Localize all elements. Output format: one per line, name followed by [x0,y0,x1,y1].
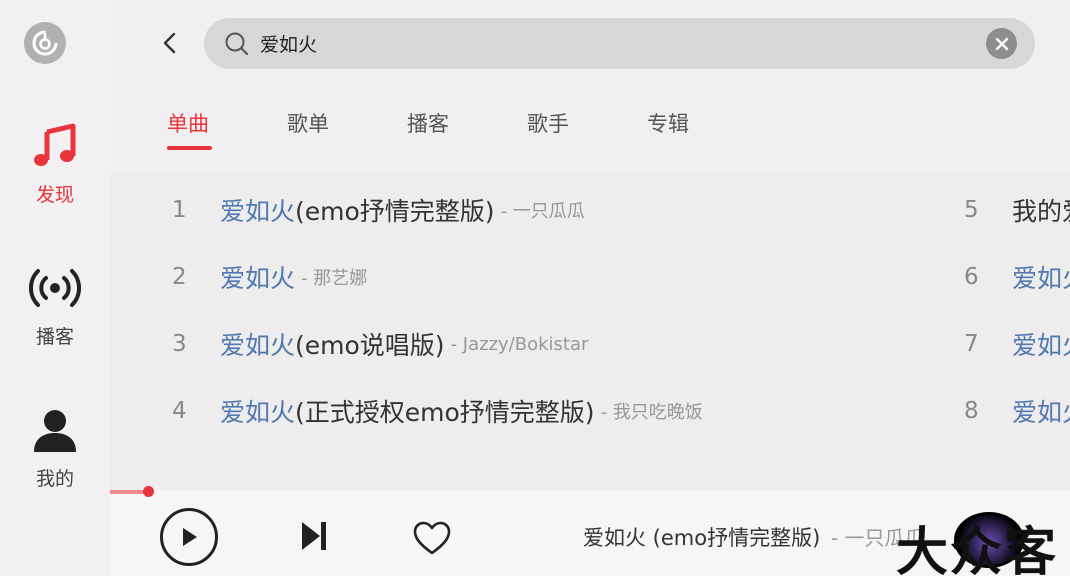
progress-knob[interactable] [143,486,155,497]
clear-search-button[interactable] [986,28,1017,59]
tab-albums[interactable]: 专辑 [647,108,767,152]
list-item[interactable]: 3 爱如火 (emo说唱版) - Jazzy/Bokistar [172,324,588,364]
progress-bar[interactable] [110,486,1070,497]
track-number: 5 [964,197,979,223]
sidebar-item-podcast[interactable]: 播客 [0,262,110,349]
track-number: 6 [964,264,979,290]
list-item[interactable]: 7 爱如火 [964,324,1070,364]
heart-icon[interactable] [412,520,452,556]
tab-artists[interactable]: 歌手 [527,108,647,152]
play-icon [183,528,197,546]
tab-podcasts[interactable]: 播客 [407,108,527,152]
track-number: 7 [964,331,979,357]
song-title-highlight: 爱如火 [1012,331,1070,360]
song-artist: - 一只瓜瓜 [500,201,585,222]
song-results: 1 爱如火 (emo抒情完整版) - 一只瓜瓜 2 爱如火 - 那艺娜 3 爱如… [110,172,1070,490]
list-item[interactable]: 5 我的爱 [964,190,1070,230]
list-item[interactable]: 8 爱如火 [964,391,1070,431]
chevron-left-icon [163,32,176,54]
song-title-highlight: 爱如火 [220,264,296,293]
watermark-logo: 大众客 [896,510,1070,576]
now-playing-title: 爱如火 (emo抒情完整版) [583,526,821,550]
search-tabs: 单曲 歌单 播客 歌手 专辑 [167,108,767,152]
music-note-icon [29,120,81,172]
tab-playlists[interactable]: 歌单 [287,108,407,152]
watermark-text: 大众客 [896,523,1059,576]
sidebar-item-label: 播客 [35,326,74,348]
list-item[interactable]: 6 爱如火 [964,257,1070,297]
track-number: 2 [172,264,187,290]
song-title-highlight: 爱如火 [1012,398,1070,427]
song-title-highlight: 爱如火 [220,331,296,360]
song-title: (emo说唱版) [295,331,445,360]
song-artist: - 我只吃晚饭 [600,402,703,423]
now-playing-info[interactable]: 爱如火 (emo抒情完整版) - 一只瓜瓜 [583,522,925,552]
broadcast-icon [29,262,81,314]
song-title-highlight: 爱如火 [1012,264,1070,293]
search-icon [225,32,249,56]
sidebar-item-mine[interactable]: 我的 [0,404,110,491]
track-number: 4 [172,398,187,424]
track-number: 1 [172,197,187,223]
song-title-highlight: 爱如火 [220,398,296,427]
track-number: 8 [964,398,979,424]
list-item[interactable]: 4 爱如火 (正式授权emo抒情完整版) - 我只吃晚饭 [172,391,703,431]
next-track-icon[interactable] [298,518,330,554]
sidebar-item-label: 我的 [35,468,74,490]
song-title: 我的爱 [1012,197,1070,226]
song-artist: - 那艺娜 [301,268,368,289]
sidebar-item-discover[interactable]: 发现 [0,120,110,207]
song-artist: - Jazzy/Bokistar [450,333,589,355]
player-bar: 爱如火 (emo抒情完整版) - 一只瓜瓜 大众客 [110,486,1070,576]
song-title: (正式授权emo抒情完整版) [295,398,595,427]
track-number: 3 [172,331,187,357]
sidebar-item-label: 发现 [35,184,74,206]
song-title: (emo抒情完整版) [295,197,495,226]
search-bar[interactable] [204,18,1035,69]
sidebar: 发现 播客 我的 [0,0,110,576]
search-input[interactable] [260,18,960,69]
song-title-highlight: 爱如火 [220,197,296,226]
list-item[interactable]: 1 爱如火 (emo抒情完整版) - 一只瓜瓜 [172,190,585,230]
main-content: 单曲 歌单 播客 歌手 专辑 1 爱如火 (emo抒情完整版) - 一只瓜瓜 2… [110,0,1070,490]
play-button[interactable] [160,508,218,566]
netease-logo-icon[interactable] [24,22,66,64]
user-icon [29,404,81,456]
back-button[interactable] [154,28,184,58]
tab-songs[interactable]: 单曲 [167,108,287,152]
close-icon [995,37,1008,50]
list-item[interactable]: 2 爱如火 - 那艺娜 [172,257,367,297]
